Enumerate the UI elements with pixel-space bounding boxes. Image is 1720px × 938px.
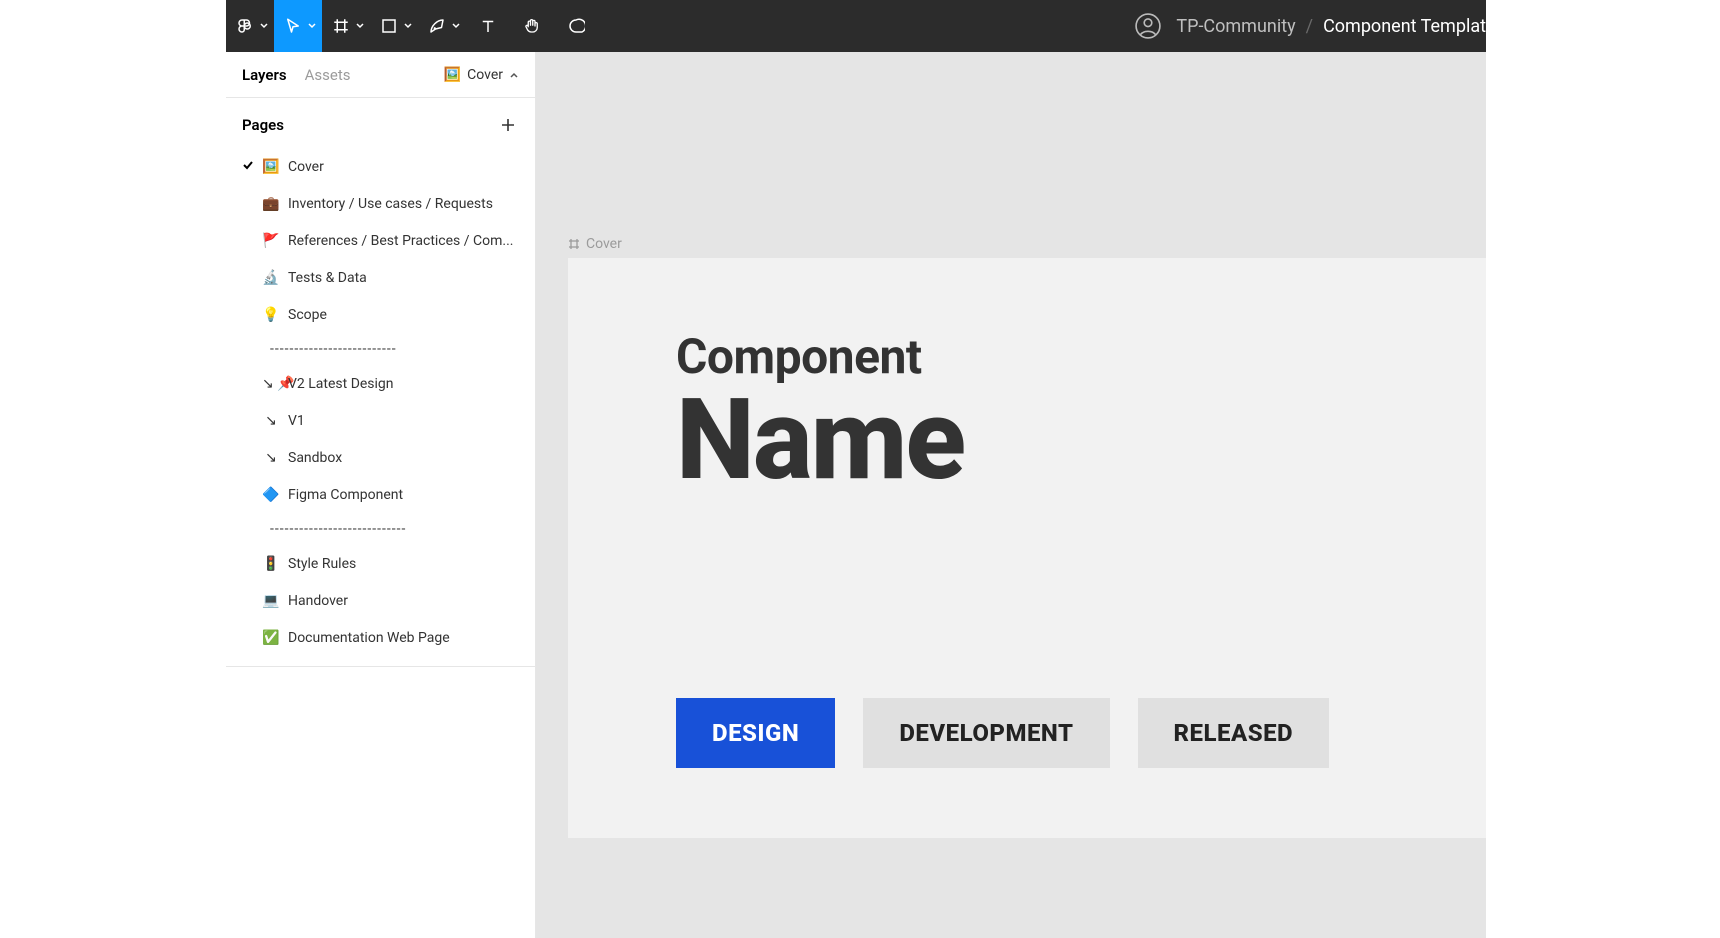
frame-icon <box>568 238 580 250</box>
cover-title: Name <box>676 375 1486 506</box>
hand-icon <box>523 17 541 35</box>
page-label: Sandbox <box>288 450 342 466</box>
frame-icon <box>332 17 350 35</box>
file-name[interactable]: Component Templat <box>1323 16 1486 37</box>
page-emoji: 🔷 <box>262 487 280 503</box>
cursor-icon <box>284 17 302 35</box>
chevron-down-icon <box>404 22 412 30</box>
status-pill[interactable]: DEVELOPMENT <box>863 698 1109 768</box>
page-item[interactable]: 🖼️ Cover <box>226 148 535 185</box>
frame-label[interactable]: Cover <box>568 236 622 252</box>
chevron-down-icon <box>356 22 364 30</box>
page-label: Cover <box>288 159 324 175</box>
frame-label-text: Cover <box>586 236 622 252</box>
check-icon <box>242 159 254 175</box>
tab-layers[interactable]: Layers <box>242 66 287 84</box>
page-item[interactable]: 💻 Handover <box>226 582 535 619</box>
page-label: Style Rules <box>288 556 356 572</box>
page-emoji: 🚩 <box>262 233 280 249</box>
page-label: References / Best Practices / Com... <box>288 233 513 249</box>
rectangle-icon <box>380 17 398 35</box>
comment-icon <box>567 17 585 35</box>
chevron-down-icon <box>260 22 268 30</box>
figma-logo-icon <box>236 17 254 35</box>
left-panel: Layers Assets 🖼️ Cover Pages 🖼️ Cover 💼 Inv… <box>226 52 536 938</box>
pages-header-label: Pages <box>242 116 284 134</box>
page-separator: -------------------------- <box>226 333 535 365</box>
chevron-down-icon <box>308 22 316 30</box>
page-emoji: ↘ <box>262 450 280 466</box>
main-menu-button[interactable] <box>226 0 274 52</box>
page-item[interactable]: ↘ 📌 V2 Latest Design <box>226 365 535 402</box>
page-item[interactable]: 🚦 Style Rules <box>226 545 535 582</box>
page-item[interactable]: ↘ Sandbox <box>226 439 535 476</box>
page-item[interactable]: 🔬 Tests & Data <box>226 259 535 296</box>
add-page-button[interactable] <box>497 114 519 136</box>
move-tool-button[interactable] <box>274 0 322 52</box>
page-label: Inventory / Use cases / Requests <box>288 196 493 212</box>
breadcrumb: TP-Community / Component Templat <box>1176 16 1486 37</box>
page-label: Scope <box>288 307 327 323</box>
page-item[interactable]: 🚩 References / Best Practices / Com... <box>226 222 535 259</box>
page-emoji: ↘ 📌 <box>262 376 280 392</box>
page-emoji: 🚦 <box>262 556 280 572</box>
page-label: Figma Component <box>288 487 403 503</box>
page-emoji: 🔬 <box>262 270 280 286</box>
page-item[interactable]: 💼 Inventory / Use cases / Requests <box>226 185 535 222</box>
page-item[interactable]: ↘ V1 <box>226 402 535 439</box>
page-item[interactable]: 🔷 Figma Component <box>226 476 535 513</box>
status-pill[interactable]: RELEASED <box>1138 698 1330 768</box>
page-item[interactable]: 💡 Scope <box>226 296 535 333</box>
page-picker-label: Cover <box>467 67 503 83</box>
text-icon <box>479 17 497 35</box>
page-label: Tests & Data <box>288 270 367 286</box>
page-emoji: 🖼️ <box>262 159 280 175</box>
pen-icon <box>428 17 446 35</box>
hand-tool-button[interactable] <box>510 0 554 52</box>
chevron-down-icon <box>452 22 460 30</box>
page-label: V1 <box>288 413 305 429</box>
user-avatar[interactable] <box>1134 12 1162 40</box>
page-picker-emoji: 🖼️ <box>444 67 461 83</box>
page-emoji: 💻 <box>262 593 280 609</box>
pages-header: Pages <box>226 98 535 144</box>
page-item[interactable]: ✅ Documentation Web Page <box>226 619 535 656</box>
avatar-icon <box>1135 13 1161 39</box>
shape-tool-button[interactable] <box>370 0 418 52</box>
page-separator: ---------------------------- <box>226 513 535 545</box>
frame-tool-button[interactable] <box>322 0 370 52</box>
canvas[interactable]: Cover Component Name DESIGNDEVELOPMENTRE… <box>536 52 1486 938</box>
page-label: V2 Latest Design <box>288 376 394 392</box>
pages-list: 🖼️ Cover 💼 Inventory / Use cases / Requests… <box>226 144 535 667</box>
page-label: Handover <box>288 593 348 609</box>
top-toolbar: TP-Community / Component Templat <box>226 0 1486 52</box>
team-name[interactable]: TP-Community <box>1176 16 1295 37</box>
text-tool-button[interactable] <box>466 0 510 52</box>
plus-icon <box>501 118 515 132</box>
page-emoji: ✅ <box>262 630 280 646</box>
status-row: DESIGN DEVELOPMENT RELEASED <box>676 698 1329 768</box>
page-emoji: 💼 <box>262 196 280 212</box>
page-picker[interactable]: 🖼️ Cover <box>444 67 519 83</box>
page-emoji: ↘ <box>262 413 280 429</box>
page-emoji: 💡 <box>262 307 280 323</box>
panel-tabs: Layers Assets 🖼️ Cover <box>226 52 535 98</box>
chevron-up-icon <box>509 70 519 80</box>
cover-frame[interactable]: Component Name DESIGNDEVELOPMENTRELEASED <box>568 258 1486 838</box>
breadcrumb-separator: / <box>1306 16 1313 37</box>
comment-tool-button[interactable] <box>554 0 598 52</box>
tab-assets[interactable]: Assets <box>305 66 351 84</box>
status-pill[interactable]: DESIGN <box>676 698 835 768</box>
app-frame: TP-Community / Component Templat Layers … <box>226 0 1486 938</box>
page-label: Documentation Web Page <box>288 630 450 646</box>
pen-tool-button[interactable] <box>418 0 466 52</box>
